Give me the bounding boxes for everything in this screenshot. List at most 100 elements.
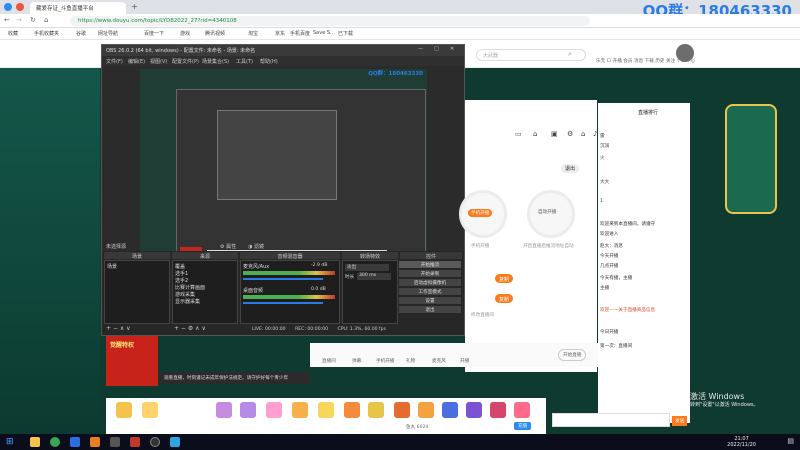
gift-item[interactable]	[442, 402, 458, 418]
mic-volume-slider[interactable]	[243, 278, 323, 280]
gift-item[interactable]	[394, 402, 410, 418]
toolbar-item[interactable]: 开播	[460, 358, 469, 364]
nav-item[interactable]: 开播	[613, 59, 622, 64]
notification-icon[interactable]: ▤	[787, 437, 794, 445]
minimize-icon[interactable]: —	[418, 46, 423, 52]
home-icon[interactable]: ⌂	[44, 16, 48, 24]
bookmark[interactable]: 游戏	[180, 30, 190, 37]
bookmark[interactable]: 谷歌	[76, 30, 86, 37]
menu-view[interactable]: 视图(V)	[150, 58, 167, 65]
quit-button[interactable]: 退出	[561, 164, 580, 173]
scene-add-icon[interactable]: + − ∧ ∨	[106, 325, 131, 332]
clock[interactable]: 21:07 2022/11/20	[727, 436, 756, 448]
bookmark[interactable]: Save S…	[313, 30, 335, 36]
app-icon[interactable]	[110, 437, 120, 447]
bookmark[interactable]: 百度一下	[144, 30, 164, 37]
source-add-icon[interactable]: + − ⚙ ∧ ∨	[174, 325, 206, 332]
menu-tools[interactable]: 工具(T)	[236, 58, 253, 65]
start-recording-button[interactable]: 开始录制	[399, 270, 461, 277]
bookmark[interactable]: 手机收藏夹	[34, 30, 59, 37]
app-icon[interactable]	[130, 437, 140, 447]
source-item[interactable]: 覆盖	[175, 263, 185, 270]
nav-item[interactable]: 下载	[645, 59, 654, 64]
nav-item[interactable]: 消息	[634, 59, 643, 64]
modify-link[interactable]: 修改直播间	[471, 312, 494, 318]
source-item[interactable]: 游戏采集	[175, 291, 195, 298]
nav-item[interactable]: 乐无	[596, 59, 605, 64]
copy-button-1[interactable]: 复制	[495, 274, 513, 283]
gift-item[interactable]	[318, 402, 334, 418]
chat-input[interactable]	[552, 413, 670, 427]
start-icon[interactable]: ⊞	[6, 437, 14, 447]
send-button[interactable]: 发送	[672, 416, 688, 426]
gift-item[interactable]	[240, 402, 256, 418]
transition-select[interactable]: 淡出	[345, 264, 389, 271]
bookmark[interactable]: 腾讯视频	[205, 30, 225, 37]
address-bar[interactable]: https://www.douyu.com/topic/LYD82022_27?…	[70, 16, 590, 26]
bookmark[interactable]: 淘宝	[248, 30, 258, 37]
start-live-button[interactable]: 开始直播	[558, 349, 587, 361]
bell-icon[interactable]: ♪	[593, 130, 597, 138]
ad-banner[interactable]: 觉醒特权	[106, 336, 158, 386]
new-tab-icon[interactable]: +	[131, 2, 138, 11]
menu-help[interactable]: 帮助(H)	[260, 58, 278, 65]
settings-icon[interactable]: ⚙	[567, 130, 573, 138]
bookmark[interactable]: 网址导航	[98, 30, 118, 37]
gift-item[interactable]	[490, 402, 506, 418]
mobile-live-circle[interactable]: 手机开播	[459, 190, 507, 238]
desktop-volume-slider[interactable]	[243, 302, 323, 304]
exit-button[interactable]: 退出	[399, 306, 461, 313]
search-icon[interactable]: ⌕	[568, 50, 572, 59]
folder-icon[interactable]	[30, 437, 40, 447]
gift-item[interactable]	[466, 402, 482, 418]
start-streaming-button[interactable]: 开始推流	[399, 261, 461, 268]
bookmark[interactable]: 收藏	[8, 30, 18, 37]
gift-item[interactable]	[344, 402, 360, 418]
app-icon[interactable]	[70, 437, 80, 447]
toolbar-item[interactable]: 礼物	[406, 358, 415, 364]
maximize-icon[interactable]: □	[434, 46, 439, 52]
forward-icon[interactable]: →	[16, 16, 22, 24]
gift-item[interactable]	[142, 402, 158, 418]
tab-douyu[interactable]: 藏爱存证_斗鱼直播平台	[30, 2, 126, 14]
settings-button[interactable]: 设置	[399, 297, 461, 304]
close-icon[interactable]: ✕	[450, 46, 454, 52]
screen-icon[interactable]: ▣	[551, 130, 558, 138]
obs-preview[interactable]: QQ群：180463330	[140, 69, 427, 281]
source-item[interactable]: 选手2	[175, 277, 188, 284]
menu-edit[interactable]: 编辑(E)	[128, 58, 145, 65]
avatar[interactable]	[676, 44, 694, 62]
lock-icon[interactable]: ⌂	[533, 130, 537, 138]
filters-button[interactable]: ◑ 滤镜	[248, 243, 264, 250]
home-icon[interactable]: ⌂	[581, 130, 585, 138]
gift-item[interactable]	[514, 402, 530, 418]
source-item[interactable]: 显示器采集	[175, 298, 200, 305]
recharge-button[interactable]: 充值	[514, 422, 532, 430]
nav-item[interactable]: 历史	[655, 59, 664, 64]
studio-mode-button[interactable]: 工作室模式	[399, 288, 461, 295]
source-item[interactable]: 比赛计算画面	[175, 284, 205, 291]
toolbar-item[interactable]: 弹幕	[352, 358, 361, 364]
gift-item[interactable]	[368, 402, 384, 418]
obs-icon[interactable]	[150, 437, 160, 447]
menu-file[interactable]: 文件(F)	[106, 58, 123, 65]
video-icon[interactable]: ▭	[515, 130, 522, 138]
gift-item[interactable]	[216, 402, 232, 418]
copy-button-2[interactable]: 复制	[495, 294, 513, 303]
nav-item[interactable]: 会员	[623, 59, 632, 64]
browser-icon[interactable]	[50, 437, 60, 447]
gift-item[interactable]	[116, 402, 132, 418]
properties-button[interactable]: ⚙ 属性	[220, 243, 236, 250]
nav-item[interactable]: 关注	[666, 59, 675, 64]
auto-live-circle[interactable]: 自动开播	[527, 190, 575, 238]
menu-scene-collection[interactable]: 场景集合(S)	[202, 58, 229, 65]
bookmark[interactable]: 手机百度	[290, 30, 310, 37]
back-icon[interactable]: ←	[4, 16, 10, 24]
bookmark[interactable]: 京东	[275, 30, 285, 37]
app-icon[interactable]	[90, 437, 100, 447]
reload-icon[interactable]: ↻	[30, 16, 36, 24]
menu-profile[interactable]: 配置文件(P)	[172, 58, 199, 65]
gift-item[interactable]	[292, 402, 308, 418]
toolbar-item[interactable]: 直播间	[322, 358, 336, 364]
scene-item[interactable]: 场景	[107, 263, 117, 270]
